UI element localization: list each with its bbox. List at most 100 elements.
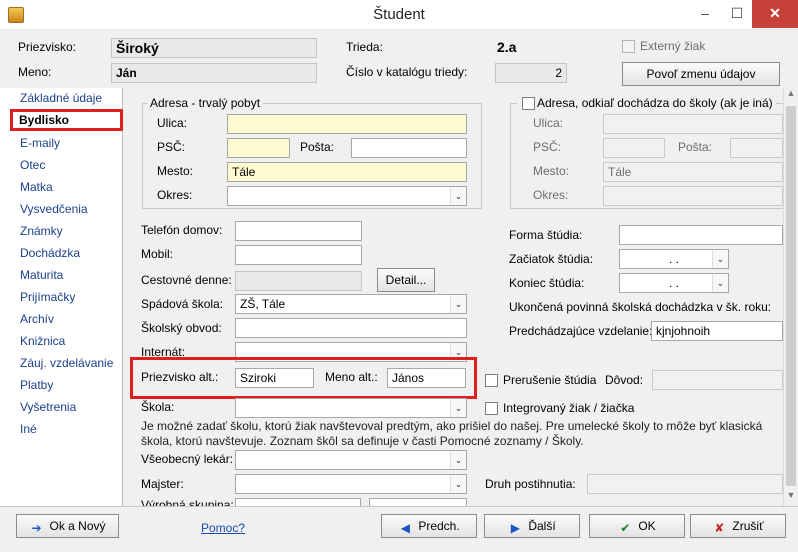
sidebar-item-residence[interactable]: Bydlisko [10,109,123,131]
ok-new-button[interactable]: ➔ Ok a Nový [16,514,119,538]
prev-edu-input[interactable]: kjnjohnoih [651,321,783,341]
doctor-select[interactable]: ⌄ [235,450,467,470]
sidebar-item-payments[interactable]: Platby [8,375,123,396]
mobile-label: Mobil: [141,247,174,261]
alt-name-input[interactable]: János [387,368,466,388]
title-bar: Študent – ☐ ✕ [0,0,798,30]
allow-edit-button[interactable]: Povoľ zmenu údajov [622,62,780,86]
sidebar-item-certificates[interactable]: Vysvedčenia [8,199,123,220]
maximize-button[interactable]: ☐ [722,0,752,28]
district2-select[interactable] [603,186,783,206]
sidebar: Základné údaje Bydlisko E-maily Otec Mat… [0,88,123,506]
residence-panel: Adresa - trvalý pobyt Ulica: PSČ: Pošta:… [123,88,798,506]
sidebar-item-grades[interactable]: Známky [8,221,123,242]
psc-input[interactable] [227,138,290,158]
reason-label: Dôvod: [605,373,644,387]
chevron-down-icon: ⌄ [712,250,728,268]
mobile-input[interactable] [235,245,362,265]
street2-label: Ulica: [533,116,564,130]
reason-input[interactable] [652,370,783,390]
name-field[interactable]: Ján [111,63,317,83]
prev-button[interactable]: ◀ Predch. [381,514,477,538]
psc2-label: PSČ: [533,140,562,154]
street-input[interactable] [227,114,467,134]
integrated-checkbox[interactable] [485,402,498,415]
catchment-school-select[interactable]: ZŠ, Tále ⌄ [235,294,467,314]
cancel-button[interactable]: ✘ Zrušiť [690,514,786,538]
doctor-label: Všeobecný lekár: [141,452,234,466]
study-end-value: . . [668,276,679,290]
scroll-down-icon[interactable]: ▼ [784,490,798,506]
sidebar-item-interest-education[interactable]: Záuj. vzdelávanie [8,353,123,374]
close-button[interactable]: ✕ [752,0,798,28]
ok-button[interactable]: ✔ OK [589,514,685,538]
sidebar-item-archive[interactable]: Archív [8,309,123,330]
study-start-label: Začiatok štúdia: [509,252,594,266]
group-select-2[interactable] [369,498,467,506]
sidebar-item-admissions[interactable]: Prijímačky [8,287,123,308]
chevron-down-icon: ⌄ [450,295,466,313]
disability-label: Druh postihnutia: [485,477,576,491]
next-button[interactable]: ▶ Ďalší [484,514,580,538]
study-end-date[interactable]: . . ⌄ [619,273,729,293]
alt-surname-input[interactable]: Sziroki [235,368,314,388]
disability-input[interactable] [587,474,783,494]
travel-input[interactable] [235,271,362,291]
window-title: Študent [373,6,425,23]
skola-select[interactable]: ⌄ [235,398,467,418]
address-legend: Adresa - trvalý pobyt [147,96,264,110]
city-input[interactable]: Tále [227,162,467,182]
alt-surname-label: Priezvisko alt.: [141,370,219,384]
sidebar-item-examinations[interactable]: Vyšetrenia [8,397,123,418]
district2-label: Okres: [533,188,569,202]
prev-label: Predch. [418,519,460,533]
minimize-button[interactable]: – [690,0,720,28]
interrupt-label: Prerušenie štúdia [503,373,597,387]
catchment-school-value: ZŠ, Tále [240,297,286,311]
scroll-up-icon[interactable]: ▲ [784,88,798,104]
school-district-input[interactable] [235,318,467,338]
posta-input[interactable] [351,138,467,158]
sidebar-item-father[interactable]: Otec [8,155,123,176]
prev-edu-label: Predchádzajúce vzdelanie: [509,324,653,338]
phone-label: Telefón domov: [141,223,223,237]
master-select[interactable]: ⌄ [235,474,467,494]
sidebar-item-attendance[interactable]: Dochádzka [8,243,123,264]
catalog-field[interactable]: 2 [495,63,567,83]
sidebar-item-emails[interactable]: E-maily [8,133,123,154]
name-label: Meno: [18,65,52,79]
help-link[interactable]: Pomoc? [201,521,245,535]
study-start-date[interactable]: . . ⌄ [619,249,729,269]
group-select[interactable] [235,498,361,506]
study-form-input[interactable] [619,225,783,245]
interrupt-checkbox[interactable] [485,374,498,387]
psc2-input[interactable] [603,138,665,158]
group-label: Výrobná skupina: [141,498,234,506]
scrollbar-thumb[interactable] [786,106,796,486]
phone-input[interactable] [235,221,362,241]
detail-button[interactable]: Detail... [377,268,435,292]
sidebar-item-library[interactable]: Knižnica [8,331,123,352]
chevron-down-icon: ⌄ [450,187,466,205]
ok-label: OK [638,519,656,533]
checkmark-icon: ✔ [620,521,631,535]
external-checkbox[interactable] [622,40,635,53]
city2-input[interactable]: Tále [603,162,783,182]
sidebar-item-basic[interactable]: Základné údaje [8,88,123,109]
sidebar-item-other[interactable]: Iné [8,419,123,440]
alt-name-label: Meno alt.: [325,370,378,384]
chevron-down-icon: ⌄ [450,451,466,469]
address2-checkbox[interactable] [522,97,535,110]
street2-input[interactable] [603,114,783,134]
sidebar-item-mother[interactable]: Matka [8,177,123,198]
sidebar-item-maturita[interactable]: Maturita [8,265,123,286]
district-label: Okres: [157,188,193,202]
posta2-input[interactable] [730,138,783,158]
surname-field[interactable]: Široký [111,38,317,58]
study-start-value: . . [668,252,679,266]
vertical-scrollbar[interactable]: ▲ ▼ [783,88,798,506]
posta2-label: Pošta: [678,140,713,154]
master-label: Majster: [141,477,184,491]
district-select[interactable]: ⌄ [227,186,467,206]
external-label: Externý žiak [640,39,706,53]
